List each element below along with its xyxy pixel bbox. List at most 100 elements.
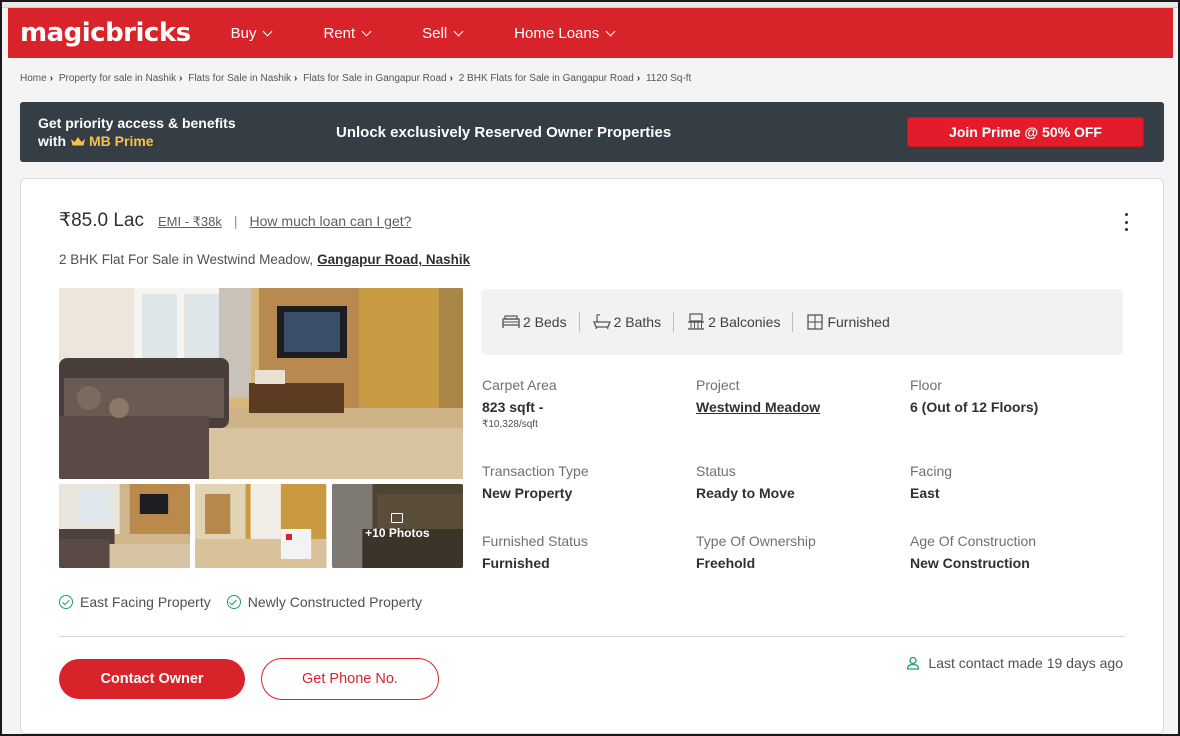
last-contact-text: Last contact made 19 days ago [928, 655, 1123, 671]
thumbnail-image [59, 484, 191, 568]
prime-message: Unlock exclusively Reserved Owner Proper… [336, 123, 672, 141]
detail-label: Project [696, 377, 740, 393]
detail-label: Age Of Construction [910, 533, 1037, 549]
thumbnail-photo[interactable] [59, 484, 191, 568]
balconies-label: 2 Balconies [708, 314, 781, 330]
breadcrumb-current: 1120 Sq-ft [645, 73, 692, 84]
listing-title: 2 BHK Flat For Sale in Westwind Meadow, G… [59, 252, 470, 267]
breadcrumb-item[interactable]: Property for sale in Nashik [59, 73, 176, 84]
prime-brand: MB Prime [89, 133, 154, 149]
project-link[interactable]: Westwind Meadow [696, 399, 906, 415]
detail-label: Type Of Ownership [696, 533, 816, 549]
prime-benefits-text: Get priority access & benefits with MB Pr… [38, 114, 308, 150]
breadcrumb-separator: › [179, 73, 183, 84]
thumbnail-photo[interactable] [195, 484, 327, 568]
detail-label: Floor [910, 377, 942, 393]
thumbnail-image [195, 484, 327, 568]
detail-transaction-type: Transaction Type New Property [482, 463, 692, 501]
detail-value: 823 sqft - [482, 399, 544, 415]
chevron-down-icon [453, 26, 464, 36]
listing-price: ₹85.0 Lac [59, 210, 144, 231]
detail-facing: Facing East [910, 463, 1120, 501]
detail-carpet-area: Carpet Area 823 sqft - ₹10,328/sqft [482, 377, 692, 430]
bed-icon [502, 315, 520, 328]
detail-value: New Construction [910, 555, 1030, 571]
get-phone-button[interactable]: Get Phone No. [261, 658, 439, 700]
summary-divider [792, 312, 794, 332]
detail-label: Furnished Status [482, 533, 588, 549]
detail-value: Furnished [482, 555, 550, 571]
detail-value: 6 (Out of 12 Floors) [910, 399, 1039, 415]
join-prime-button[interactable]: Join Prime @ 50% OFF [907, 117, 1144, 147]
user-icon [907, 656, 920, 670]
summary-divider [673, 312, 675, 332]
breadcrumb-separator: › [636, 73, 641, 84]
prime-line2-prefix: with [38, 133, 66, 149]
furniture-icon [807, 314, 824, 330]
property-highlights: East Facing Property Newly Constructed P… [59, 594, 438, 610]
nav-sell-label: Sell [422, 24, 448, 42]
image-icon [391, 512, 404, 523]
living-room-image [59, 288, 463, 479]
top-navbar: magicbricks Buy Rent Sell Home Loans [8, 8, 1173, 58]
breadcrumb-item[interactable]: Flats for Sale in Gangapur Road [303, 73, 446, 84]
listing-card: ₹85.0 Lac EMI - ₹38k | How much loan can… [20, 178, 1164, 734]
more-options-icon[interactable] [1123, 213, 1129, 231]
photo-thumbnails: +10 Photos [59, 484, 463, 568]
breadcrumb-separator: › [449, 73, 453, 84]
nav-buy[interactable]: Buy [230, 24, 273, 42]
emi-link[interactable]: EMI - ₹38k [158, 214, 222, 230]
prime-banner: Get priority access & benefits with MB Pr… [20, 102, 1164, 162]
nav-buy-label: Buy [230, 24, 257, 42]
chevron-down-icon [361, 26, 372, 36]
more-photos-label: +10 Photos [365, 525, 430, 540]
summary-beds: 2 Beds [501, 313, 567, 331]
furnished-label: Furnished [827, 314, 890, 330]
baths-label: 2 Baths [613, 314, 662, 330]
magicbricks-logo[interactable]: magicbricks [20, 18, 191, 48]
highlight-tag: Newly Constructed Property [226, 594, 423, 610]
prime-line1: Get priority access & benefits [38, 115, 236, 131]
summary-baths: 2 Baths [592, 313, 661, 331]
detail-label: Facing [910, 463, 953, 479]
detail-age-of-construction: Age Of Construction New Construction [910, 533, 1120, 571]
check-circle-icon [226, 595, 241, 609]
beds-label: 2 Beds [523, 314, 567, 330]
nav-rent[interactable]: Rent [323, 24, 372, 42]
crown-icon [71, 137, 85, 146]
loan-eligibility-link[interactable]: How much loan can I get? [250, 213, 412, 229]
highlight-tag: East Facing Property [59, 594, 211, 610]
detail-label: Carpet Area [482, 377, 557, 393]
chevron-down-icon [605, 26, 616, 36]
breadcrumb-separator: › [49, 73, 54, 84]
more-photos-overlay: +10 Photos [331, 484, 463, 568]
contact-owner-button[interactable]: Contact Owner [59, 659, 245, 699]
price-separator: | [233, 213, 238, 229]
breadcrumb-separator: › [294, 73, 298, 84]
check-circle-icon [59, 595, 73, 609]
bath-icon [592, 314, 611, 330]
summary-divider [578, 312, 580, 332]
detail-value: Freehold [696, 555, 756, 571]
card-divider [59, 636, 1125, 637]
detail-project: Project Westwind Meadow [696, 377, 906, 415]
highlight-label: East Facing Property [80, 594, 211, 610]
chevron-down-icon [263, 26, 273, 36]
breadcrumb-item[interactable]: Home [20, 73, 47, 84]
breadcrumb-item[interactable]: 2 BHK Flats for Sale in Gangapur Road [459, 73, 634, 84]
breadcrumb: Home › Property for sale in Nashik › Flats… [20, 73, 691, 84]
detail-furnished-status: Furnished Status Furnished [482, 533, 692, 571]
nav-home-loans[interactable]: Home Loans [514, 25, 616, 42]
nav-sell[interactable]: Sell [422, 24, 464, 42]
summary-balconies: 2 Balconies [686, 313, 780, 331]
detail-label: Status [696, 463, 736, 479]
locality-link[interactable]: Gangapur Road, Nashik [317, 252, 470, 267]
price-row: ₹85.0 Lac EMI - ₹38k | How much loan can… [59, 209, 411, 232]
prime-line2: with MB Prime [38, 132, 308, 150]
main-property-photo[interactable] [59, 288, 463, 479]
thumbnail-more-photos[interactable]: +10 Photos [331, 484, 463, 568]
nav-rent-label: Rent [323, 24, 356, 42]
detail-label: Transaction Type [482, 463, 589, 479]
breadcrumb-item[interactable]: Flats for Sale in Nashik [188, 73, 291, 84]
highlight-label: Newly Constructed Property [247, 594, 423, 610]
